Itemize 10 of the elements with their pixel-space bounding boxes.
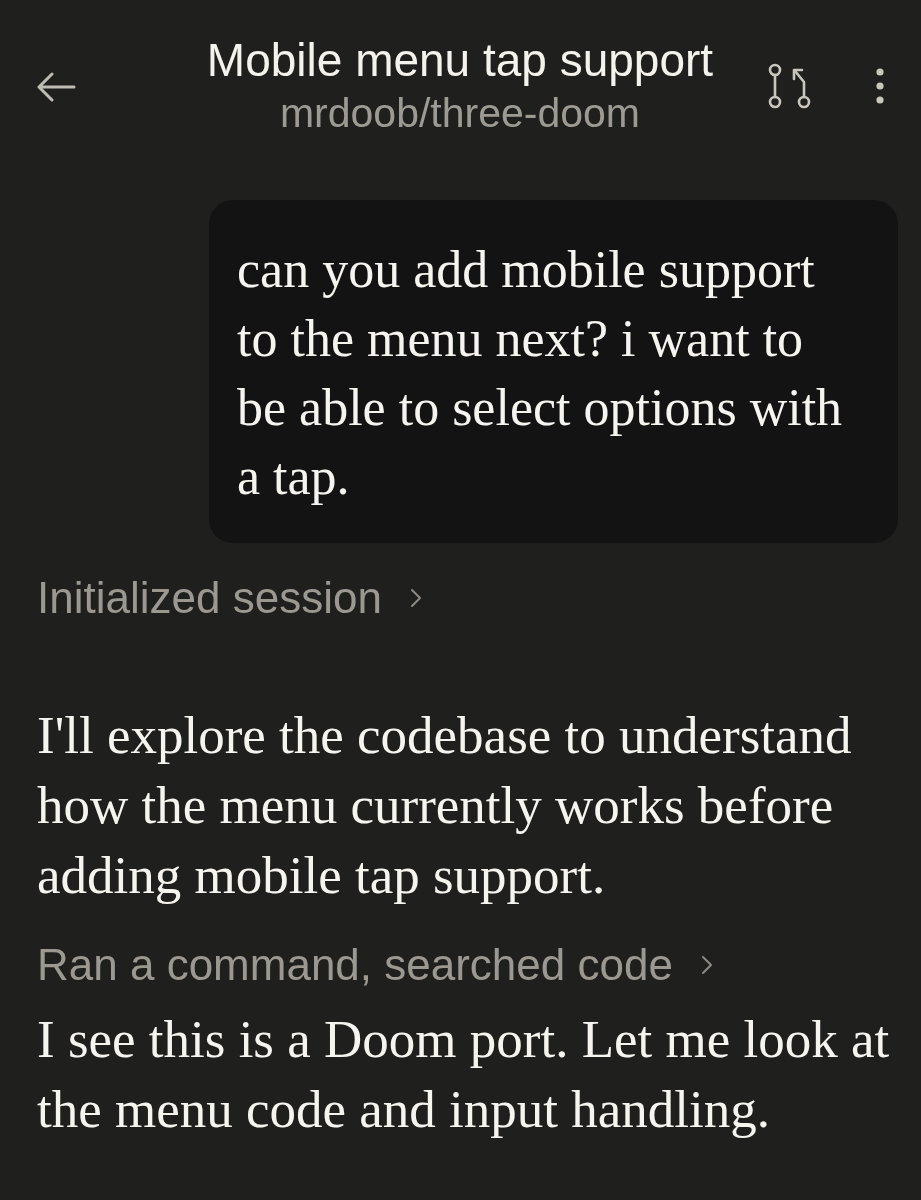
- branch-arrow-icon[interactable]: [768, 62, 812, 110]
- assistant-message: I'll explore the codebase to understand how the menu currently works before adding mobile tap support.: [37, 705, 853, 906]
- activity-summary-toggle[interactable]: Initialized session: [37, 573, 422, 623]
- chat-title: Mobile menu tap support: [206, 34, 714, 86]
- back-arrow-icon[interactable]: [36, 72, 76, 102]
- user-message: can you add mobile support to the menu next? i want to be able to select options with a tap.: [209, 200, 898, 543]
- assistant-message: I see this is a Doom port. Let me look at the menu code and input handling.: [37, 1009, 891, 1140]
- repository-name: mrdoob/three-doom: [279, 89, 641, 138]
- kebab-menu-icon[interactable]: [876, 68, 884, 104]
- activity-summary-toggle[interactable]: Ran a command, searched code: [37, 940, 713, 990]
